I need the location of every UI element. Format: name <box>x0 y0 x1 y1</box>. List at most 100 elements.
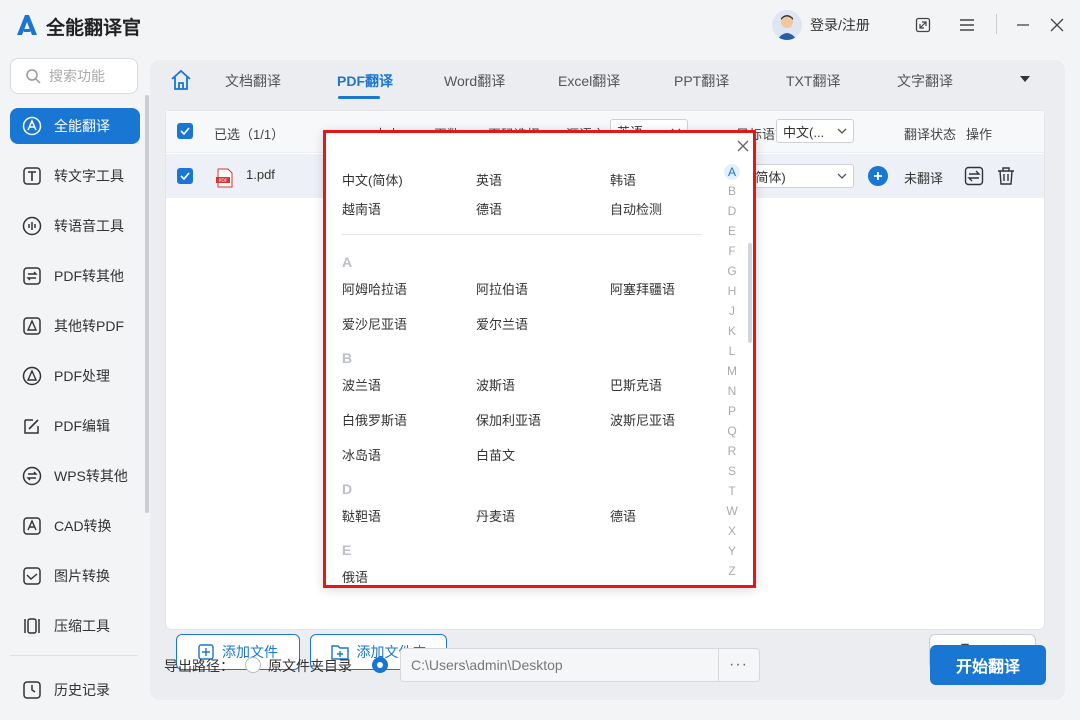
sidebar-item-history[interactable]: 历史记录 <box>10 672 140 708</box>
lang-option[interactable]: 英语 <box>476 170 502 189</box>
sidebar-item-wps-convert[interactable]: WPS转其他 <box>10 458 140 494</box>
selected-count: 已选（1/1） <box>214 127 285 142</box>
close-icon[interactable] <box>1046 14 1068 36</box>
alphabet-letter[interactable]: W <box>724 504 740 518</box>
alphabet-letter[interactable]: P <box>724 404 740 418</box>
alphabet-letter[interactable]: M <box>724 364 740 378</box>
select-all-checkbox[interactable] <box>177 123 193 139</box>
lang-option[interactable]: 德语 <box>610 506 636 525</box>
add-target-lang-button[interactable] <box>868 166 888 186</box>
lang-option[interactable]: 巴斯克语 <box>610 375 662 394</box>
lang-option[interactable]: 阿姆哈拉语 <box>342 279 407 298</box>
lang-option[interactable]: 韩语 <box>610 170 636 189</box>
lang-option[interactable]: 白苗文 <box>476 445 515 464</box>
alphabet-letter[interactable]: H <box>724 284 740 298</box>
tab-txt[interactable]: TXT翻译 <box>786 71 840 91</box>
lang-option[interactable]: 丹麦语 <box>476 506 515 525</box>
tab-text[interactable]: 文字翻译 <box>897 71 953 91</box>
alphabet-letter[interactable]: D <box>724 204 740 218</box>
more-tabs-caret-icon[interactable] <box>1020 76 1030 82</box>
sidebar-scrollbar[interactable] <box>145 95 149 513</box>
sidebar-item-translate[interactable]: 全能翻译 <box>10 108 140 144</box>
home-icon[interactable] <box>170 69 192 91</box>
row-checkbox[interactable] <box>177 168 193 184</box>
lang-option[interactable]: 爱尔兰语 <box>476 314 528 333</box>
alphabet-letter[interactable]: R <box>724 444 740 458</box>
sidebar-item-pdf-convert[interactable]: PDF转其他 <box>10 258 140 294</box>
voice-tool-icon <box>22 216 42 236</box>
lang-option[interactable]: 波斯语 <box>476 375 515 394</box>
sidebar-item-text-tool[interactable]: 转文字工具 <box>10 158 140 194</box>
sidebar-item-compress[interactable]: 压缩工具 <box>10 608 140 644</box>
menu-icon[interactable] <box>956 14 978 36</box>
alphabet-letter[interactable]: Q <box>724 424 740 438</box>
compact-mode-icon[interactable] <box>912 14 934 36</box>
popup-close-icon[interactable] <box>736 139 750 153</box>
start-translate-button[interactable]: 开始翻译 <box>930 645 1046 685</box>
lang-option[interactable]: 波兰语 <box>342 375 381 394</box>
radio-custom-path[interactable] <box>372 657 388 673</box>
sidebar-item-label: WPS转其他 <box>54 468 128 484</box>
alphabet-letter[interactable]: F <box>724 244 740 258</box>
lang-option[interactable]: 冰岛语 <box>342 445 381 464</box>
browse-path-button[interactable]: ··· <box>718 648 758 682</box>
search-input[interactable]: 搜索功能 <box>10 58 138 94</box>
sidebar-item-pdf-edit[interactable]: PDF编辑 <box>10 408 140 444</box>
sidebar-item-label: 转语音工具 <box>54 218 124 234</box>
sidebar-item-cad-convert[interactable]: CAD转换 <box>10 508 140 544</box>
target-lang-select[interactable]: 中文(... <box>776 119 854 143</box>
lang-option[interactable]: 越南语 <box>342 199 381 218</box>
minimize-icon[interactable] <box>1012 14 1034 36</box>
lang-option[interactable]: 爱沙尼亚语 <box>342 314 407 333</box>
radio-original-folder[interactable] <box>245 657 261 673</box>
sidebar-item-image-convert[interactable]: 图片转换 <box>10 558 140 594</box>
lang-option[interactable]: 阿塞拜疆语 <box>610 279 675 298</box>
swap-icon[interactable] <box>964 166 984 186</box>
tab-excel[interactable]: Excel翻译 <box>558 71 620 91</box>
history-icon <box>23 681 41 699</box>
lang-option[interactable]: 鞑靼语 <box>342 506 381 525</box>
sidebar-item-to-pdf[interactable]: 其他转PDF <box>10 308 140 344</box>
alphabet-letter[interactable]: G <box>724 264 740 278</box>
login-button[interactable]: 登录/注册 <box>772 10 870 40</box>
alphabet-letter[interactable]: S <box>724 464 740 478</box>
row-target-lang-select[interactable]: (简体) <box>744 164 854 188</box>
translate-icon <box>22 116 42 136</box>
alphabet-letter[interactable]: E <box>724 224 740 238</box>
tab-word[interactable]: Word翻译 <box>444 71 505 91</box>
tab-doc[interactable]: 文档翻译 <box>225 71 281 91</box>
titlebar-divider <box>996 14 997 34</box>
text-tool-icon <box>23 167 41 185</box>
lang-option[interactable]: 阿拉伯语 <box>476 279 528 298</box>
chevron-down-icon <box>837 128 847 134</box>
alphabet-letter[interactable]: T <box>724 484 740 498</box>
alphabet-letter[interactable]: N <box>724 384 740 398</box>
lang-option[interactable]: 中文(简体) <box>342 170 403 189</box>
popup-scrollbar[interactable] <box>748 243 752 343</box>
lang-option[interactable]: 德语 <box>476 199 502 218</box>
lang-option[interactable]: 自动检测 <box>610 199 662 218</box>
alphabet-letter[interactable]: X <box>724 524 740 538</box>
header-status: 翻译状态 <box>904 127 957 142</box>
avatar <box>772 10 802 40</box>
export-path-value: C:\Users\admin\Desktop <box>411 657 563 673</box>
alphabet-letter[interactable]: J <box>724 304 740 318</box>
alphabet-letter[interactable]: Y <box>724 544 740 558</box>
lang-option[interactable]: 保加利亚语 <box>476 410 541 429</box>
lang-option[interactable]: 波斯尼亚语 <box>610 410 675 429</box>
export-path-input[interactable]: C:\Users\admin\Desktop <box>400 648 760 682</box>
tab-pdf[interactable]: PDF翻译 <box>337 71 393 91</box>
popup-divider <box>342 234 702 235</box>
alphabet-letter[interactable]: K <box>724 324 740 338</box>
lang-option[interactable]: 白俄罗斯语 <box>342 410 407 429</box>
sidebar-item-pdf-process[interactable]: PDF处理 <box>10 358 140 394</box>
alphabet-letter[interactable]: A <box>724 164 740 180</box>
alphabet-letter[interactable]: Z <box>724 564 740 578</box>
tab-ppt[interactable]: PPT翻译 <box>674 71 729 91</box>
plus-icon <box>874 172 882 180</box>
lang-option[interactable]: 俄语 <box>342 567 368 585</box>
alphabet-letter[interactable]: B <box>724 184 740 198</box>
sidebar-item-voice-tool[interactable]: 转语音工具 <box>10 208 140 244</box>
alphabet-letter[interactable]: L <box>724 344 740 358</box>
row-delete-icon[interactable] <box>996 166 1016 186</box>
